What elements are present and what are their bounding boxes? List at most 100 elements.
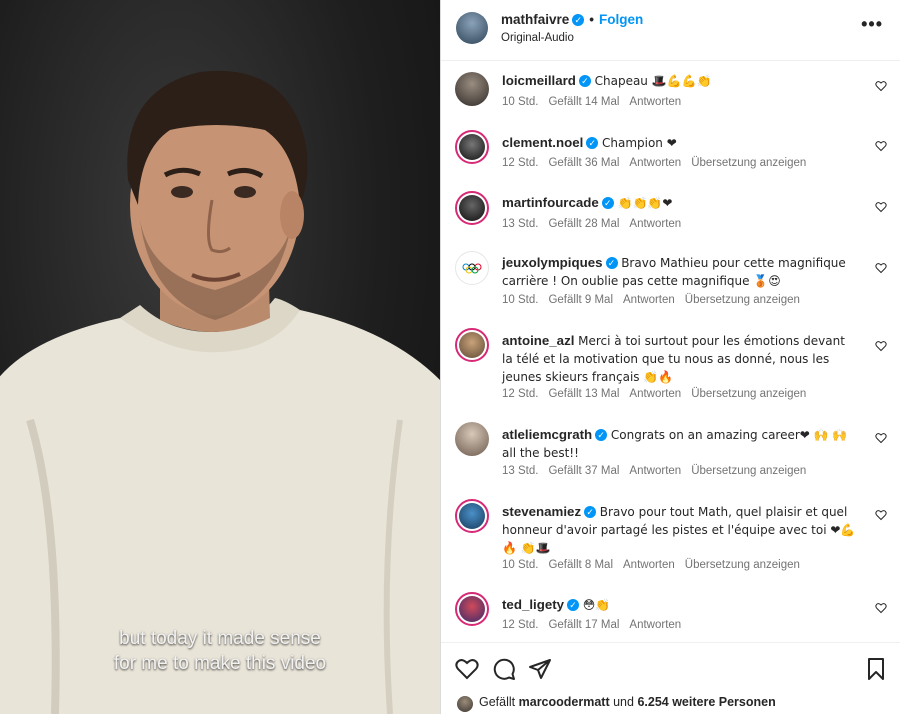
comment-text: clement.noel ✓ Champion ❤ [502,134,857,152]
verified-icon: ✓ [584,506,597,519]
heart-icon[interactable] [875,140,887,152]
comment-text: jeuxolympiques ✓ Bravo Mathieu pour cette… [502,254,857,290]
likes-user-link[interactable]: marcoodermatt [519,695,610,709]
comment-meta: 12 Std. Gefällt 36 Mal Antworten Übersetzun… [502,157,816,169]
verified-icon: ✓ [567,599,580,612]
comment-time: 12 Std. [502,619,539,631]
bookmark-icon[interactable] [864,657,888,681]
heart-icon[interactable] [875,340,887,352]
reply-button[interactable]: Antworten [623,294,675,306]
comment-username[interactable]: clement.noel [502,135,583,150]
reply-button[interactable]: Antworten [629,157,681,169]
comment-text: stevenamiez ✓ Bravo pour tout Math, quel … [502,503,857,557]
comment-likes[interactable]: Gefällt 36 Mal [548,157,619,169]
reply-button[interactable]: Antworten [629,619,681,631]
verified-icon: ✓ [595,429,608,442]
comment-username[interactable]: loicmeillard [502,73,576,88]
separator-dot: • [589,12,595,27]
post-header: mathfaivre ✓ • Folgen Original-Audio ••• [441,0,900,61]
translate-button[interactable]: Übersetzung anzeigen [691,465,806,477]
comment-time: 12 Std. [502,388,539,400]
more-options-icon[interactable]: ••• [861,14,883,35]
comment-time: 10 Std. [502,294,539,306]
comment-text: atleliemcgrath ✓ Congrats on an amazing c… [502,426,857,462]
share-icon[interactable] [528,657,552,681]
post-actions: Gefällt marcoodermatt und 6.254 weitere … [441,642,900,715]
avatar[interactable] [455,130,489,164]
comment-meta: 12 Std. Gefällt 17 Mal Antworten [502,619,691,631]
comment-time: 12 Std. [502,157,539,169]
avatar[interactable] [455,592,489,626]
author-username[interactable]: mathfaivre [501,12,569,27]
verified-icon: ✓ [586,137,599,150]
reply-button[interactable]: Antworten [629,218,681,230]
comment-meta: 12 Std. Gefällt 13 Mal Antworten Übersetzun… [502,388,816,400]
comment-text: antoine_azl Merci à toi surtout pour les… [502,332,857,386]
reply-button[interactable]: Antworten [623,559,675,571]
comment-time: 10 Std. [502,96,539,108]
likes-count-link[interactable]: 6.254 weitere Personen [637,695,775,709]
heart-icon[interactable] [875,201,887,213]
translate-button[interactable]: Übersetzung anzeigen [691,157,806,169]
video-frame [0,70,440,714]
comment-likes[interactable]: Gefällt 14 Mal [548,96,619,108]
comment-meta: 10 Std. Gefällt 14 Mal Antworten [502,96,691,108]
comment-likes[interactable]: Gefällt 13 Mal [548,388,619,400]
comment-body: 😳👏 [582,598,611,612]
heart-icon[interactable] [875,80,887,92]
verified-icon: ✓ [605,257,618,270]
translate-button[interactable]: Übersetzung anzeigen [685,294,800,306]
reply-button[interactable]: Antworten [629,465,681,477]
avatar[interactable] [455,72,489,106]
comment-body: Champion ❤ [601,136,677,150]
avatar[interactable] [455,251,489,285]
subtitle-line: but today it made sense [119,628,321,649]
avatar[interactable] [455,499,489,533]
comment-likes[interactable]: Gefällt 28 Mal [548,218,619,230]
comment-likes[interactable]: Gefällt 17 Mal [548,619,619,631]
verified-icon: ✓ [572,14,585,27]
comment-meta: 13 Std. Gefällt 28 Mal Antworten [502,218,691,230]
subtitle-line: for me to make this video [113,653,327,674]
comment-meta: 10 Std. Gefällt 8 Mal Antworten Übersetzung… [502,559,810,571]
comment-username[interactable]: atleliemcgrath [502,427,592,442]
comment-username[interactable]: jeuxolympiques [502,255,603,270]
video-player[interactable]: but today it made sense for me to make t… [0,0,440,714]
heart-icon[interactable] [875,509,887,521]
comments-list[interactable]: loicmeillard ✓ Chapeau 🎩💪💪👏 10 Std. Gefäll… [441,60,900,642]
avatar[interactable] [455,422,489,456]
reply-button[interactable]: Antworten [629,96,681,108]
translate-button[interactable]: Übersetzung anzeigen [691,388,806,400]
avatar[interactable] [455,191,489,225]
translate-button[interactable]: Übersetzung anzeigen [685,559,800,571]
comment-time: 13 Std. [502,218,539,230]
comment-text: martinfourcade ✓ 👏👏👏❤ [502,194,857,212]
comment-time: 13 Std. [502,465,539,477]
comment-meta: 10 Std. Gefällt 9 Mal Antworten Übersetzung… [502,294,810,306]
verified-icon: ✓ [578,75,591,88]
comment-username[interactable]: stevenamiez [502,504,581,519]
likes-middle: und [613,695,634,709]
comment-icon[interactable] [492,657,516,681]
comment-likes[interactable]: Gefällt 8 Mal [548,559,613,571]
audio-label[interactable]: Original-Audio [501,32,574,44]
comment-username[interactable]: martinfourcade [502,195,599,210]
likes-summary: Gefällt marcoodermatt und 6.254 weitere … [479,695,776,709]
comment-username[interactable]: antoine_azl [502,333,574,348]
follow-button[interactable]: Folgen [599,12,643,27]
avatar[interactable] [456,12,488,44]
comment-likes[interactable]: Gefällt 9 Mal [548,294,613,306]
comment-likes[interactable]: Gefällt 37 Mal [548,465,619,477]
olympic-rings-icon [462,263,482,274]
comment-body: 👏👏👏❤ [617,196,673,210]
comment-body: Chapeau 🎩💪💪👏 [594,74,712,88]
heart-icon[interactable] [875,432,887,444]
like-icon[interactable] [455,657,479,681]
heart-icon[interactable] [875,262,887,274]
comment-username[interactable]: ted_ligety [502,597,564,612]
comment-text: ted_ligety ✓ 😳👏 [502,596,857,614]
avatar[interactable] [455,328,489,362]
heart-icon[interactable] [875,602,887,614]
reply-button[interactable]: Antworten [629,388,681,400]
avatar[interactable] [457,696,473,712]
